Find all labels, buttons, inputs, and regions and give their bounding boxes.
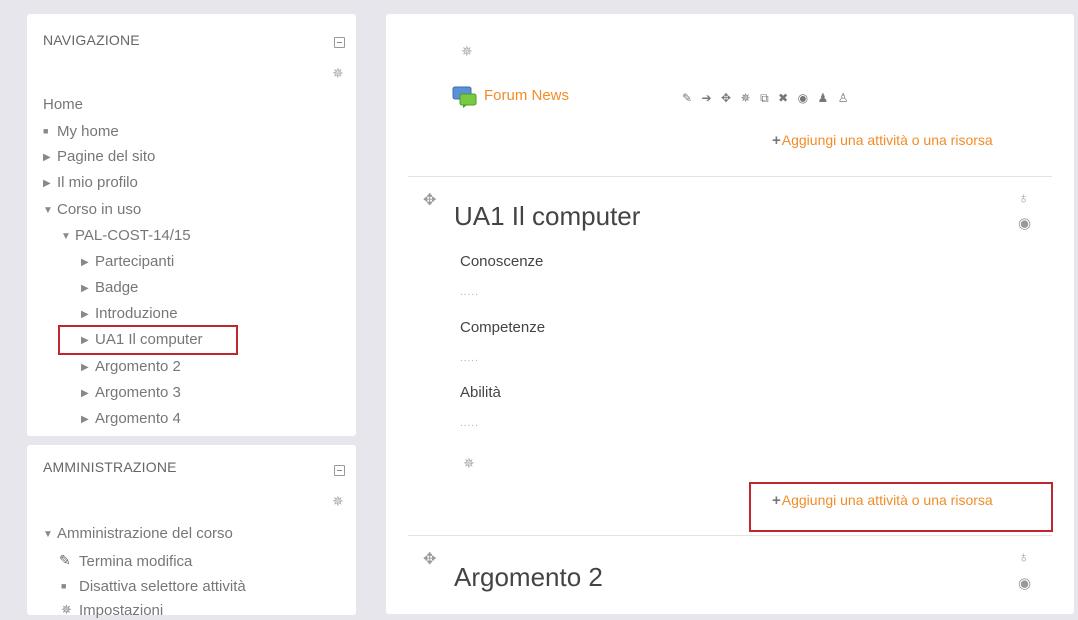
nav-item-argomento-2[interactable]: ▶ Argomento 2	[81, 358, 181, 377]
admin-item-termina-modifica[interactable]: ✎ Termina modifica	[59, 551, 192, 571]
plus-icon: +	[772, 132, 781, 149]
nav-item-label: Pagine del sito	[57, 148, 156, 165]
nav-item-corso-in-uso[interactable]: ▼ Corso in uso	[43, 201, 141, 220]
nav-item-label: Argomento 3	[95, 384, 181, 401]
admin-item-label: Impostazioni	[79, 602, 164, 619]
section-divider	[408, 535, 1052, 536]
nav-item-il-mio-profilo[interactable]: ▶ Il mio profilo	[43, 174, 138, 193]
admin-item-impostazioni[interactable]: ✵ Impostazioni	[61, 601, 163, 620]
square-bullet-icon: ■	[43, 126, 49, 136]
nav-item-label: Badge	[95, 279, 139, 296]
nav-item-home[interactable]: Home	[43, 96, 83, 114]
highlight-box-nav	[58, 325, 238, 355]
gear-icon[interactable]: ✵	[463, 456, 475, 470]
lightbulb-icon[interactable]: ♁	[1018, 549, 1029, 566]
gear-icon[interactable]: ✵	[332, 494, 344, 508]
delete-icon[interactable]: ✖	[778, 91, 788, 105]
section-divider	[408, 176, 1052, 177]
nav-item-my-home[interactable]: ■ My home	[43, 122, 119, 141]
collapse-block-icon[interactable]	[334, 37, 345, 48]
lightbulb-icon[interactable]: ♁	[1018, 190, 1029, 207]
summary-placeholder: .....	[460, 353, 479, 364]
forum-news-link[interactable]: Forum News	[484, 87, 569, 104]
admin-item-course-admin[interactable]: ▼ Amministrazione del corso	[43, 525, 233, 544]
triangle-right-icon: ▶	[43, 152, 51, 163]
triangle-right-icon: ▶	[81, 257, 89, 268]
triangle-right-icon: ▶	[81, 388, 89, 399]
activity-tools: ✎ ➔ ✥ ✵ ⧉ ✖ ◉ ♟ ♙	[682, 89, 854, 107]
user-add-icon[interactable]: ♙	[838, 91, 849, 105]
nav-item-label: Introduzione	[95, 305, 178, 322]
nav-item-label: Corso in uso	[57, 201, 142, 218]
summary-label: Conoscenze	[460, 253, 544, 270]
admin-item-label: Disattiva selettore attività	[79, 578, 246, 595]
arrow-right-icon[interactable]: ➔	[702, 91, 712, 105]
nav-item-label: My home	[57, 123, 119, 140]
eye-icon[interactable]: ◉	[1018, 574, 1031, 592]
gear-icon[interactable]: ✵	[461, 44, 473, 58]
navigation-block: NAVIGAZIONE ✵ Home ■ My home ▶ Pagine del …	[27, 14, 356, 436]
nav-item-label: Partecipanti	[95, 253, 175, 270]
add-activity-button[interactable]: +Aggiungi una attività o una risorsa	[772, 132, 993, 149]
nav-item-argomento-3[interactable]: ▶ Argomento 3	[81, 384, 181, 403]
summary-label: Competenze	[460, 319, 546, 336]
nav-item-badge[interactable]: ▶ Badge	[81, 279, 138, 298]
edit-icon[interactable]: ✎	[682, 91, 692, 105]
nav-item-pagine-del-sito[interactable]: ▶ Pagine del sito	[43, 148, 155, 167]
nav-item-label: Home	[43, 96, 84, 113]
move-icon[interactable]: ✥	[721, 91, 731, 105]
add-activity-label: Aggiungi una attività o una risorsa	[781, 132, 993, 148]
administration-block: AMMINISTRAZIONE ✵ ▼ Amministrazione del c…	[27, 445, 356, 619]
admin-item-label: Termina modifica	[79, 553, 193, 570]
gear-icon[interactable]: ✵	[741, 91, 751, 105]
triangle-right-icon: ▶	[43, 178, 51, 189]
nav-item-introduzione[interactable]: ▶ Introduzione	[81, 305, 178, 324]
section-title: UA1 Il computer	[454, 201, 641, 231]
summary-placeholder: .....	[460, 418, 479, 429]
square-bullet-icon: ■	[61, 581, 67, 591]
admin-item-disattiva-selettore[interactable]: ■ Disattiva selettore attività	[61, 577, 246, 596]
nav-item-course[interactable]: ▼ PAL-COST-14/15	[61, 227, 191, 246]
triangle-right-icon: ▶	[81, 362, 89, 373]
triangle-down-icon: ▼	[43, 205, 53, 216]
triangle-right-icon: ▶	[81, 309, 89, 320]
user-icon[interactable]: ♟	[818, 91, 829, 105]
triangle-right-icon: ▶	[81, 414, 89, 425]
nav-item-label: PAL-COST-14/15	[75, 227, 191, 244]
forum-icon	[452, 86, 478, 108]
highlight-box-add-activity	[749, 482, 1053, 532]
gear-icon: ✵	[61, 602, 72, 617]
triangle-right-icon: ▶	[81, 283, 89, 294]
navigation-title: NAVIGAZIONE	[43, 32, 140, 48]
move-icon[interactable]: ✥	[423, 549, 436, 569]
administration-title: AMMINISTRAZIONE	[43, 459, 177, 475]
triangle-down-icon: ▼	[61, 231, 71, 242]
nav-item-label: Il mio profilo	[57, 174, 138, 191]
course-content: ✵ Forum News ✎ ➔ ✥ ✵ ⧉ ✖ ◉ ♟ ♙ +Aggiungi…	[386, 14, 1074, 614]
pencil-icon: ✎	[59, 552, 71, 568]
summary-label: Abilità	[460, 384, 501, 401]
eye-icon[interactable]: ◉	[1018, 214, 1031, 232]
move-icon[interactable]: ✥	[423, 190, 436, 210]
eye-icon[interactable]: ◉	[798, 91, 808, 105]
admin-item-label: Amministrazione del corso	[57, 525, 233, 542]
section-title: Argomento 2	[454, 562, 603, 592]
summary-placeholder: .....	[460, 287, 479, 298]
nav-item-label: Argomento 2	[95, 358, 181, 375]
collapse-block-icon[interactable]	[334, 465, 345, 476]
duplicate-icon[interactable]: ⧉	[760, 91, 769, 106]
triangle-down-icon: ▼	[43, 529, 53, 540]
nav-item-argomento-4[interactable]: ▶ Argomento 4	[81, 410, 181, 429]
nav-item-label: Argomento 4	[95, 410, 181, 427]
nav-item-partecipanti[interactable]: ▶ Partecipanti	[81, 253, 174, 272]
gear-icon[interactable]: ✵	[332, 66, 344, 80]
